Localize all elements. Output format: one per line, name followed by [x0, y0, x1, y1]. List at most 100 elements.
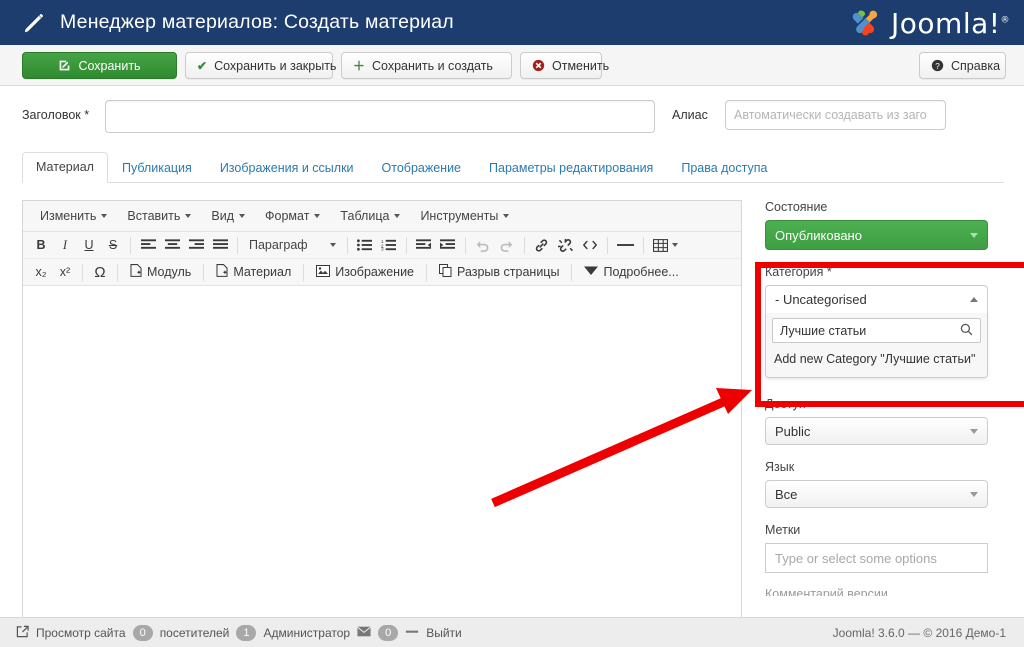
help-button[interactable]: ? Справка: [919, 52, 1006, 79]
tab-images-and-links[interactable]: Изображения и ссылки: [206, 153, 368, 183]
editor-menu-edit[interactable]: Изменить: [31, 205, 116, 227]
footer-dash: —: [908, 625, 921, 640]
editor-menu-view[interactable]: Вид: [202, 205, 254, 227]
editor-menu-format-label: Формат: [265, 209, 310, 223]
save-and-new-button[interactable]: ＋ Сохранить и создать: [341, 52, 512, 79]
editor-menu-insert[interactable]: Вставить: [118, 205, 200, 227]
tags-input[interactable]: Type or select some options: [765, 543, 988, 573]
save-button-label: Сохранить: [78, 58, 141, 73]
link-icon[interactable]: [530, 234, 554, 256]
page-plus-icon: [216, 264, 228, 280]
language-value: Все: [775, 486, 798, 502]
category-dropdown-panel: Лучшие статьи Add new Category "Лучшие с…: [765, 313, 988, 378]
chevron-down-icon: [970, 491, 978, 497]
alias-input[interactable]: [725, 100, 946, 130]
status-bar: Просмотр сайта 0 посетителей 1 Администр…: [0, 617, 1024, 647]
svg-text:3: 3: [381, 247, 384, 251]
toolbar-divider: [571, 263, 573, 281]
tab-material[interactable]: Материал: [22, 152, 108, 183]
save-icon: [58, 59, 71, 72]
subscript-button[interactable]: x₂: [29, 261, 53, 283]
align-right-button[interactable]: [184, 234, 208, 256]
insert-module-button[interactable]: Модуль: [123, 261, 198, 283]
save-and-close-button[interactable]: ✔ Сохранить и закрыть: [185, 52, 337, 79]
insert-readmore-button[interactable]: Подробнее...: [577, 261, 685, 283]
category-select-head[interactable]: - Uncategorised: [765, 285, 988, 313]
insert-image-button[interactable]: Изображение: [309, 261, 421, 283]
insert-module-label: Модуль: [147, 265, 192, 279]
table-icon[interactable]: [649, 234, 682, 256]
page-header: Менеджер материалов: Создать материал Jo…: [0, 0, 1024, 45]
superscript-button[interactable]: x²: [53, 261, 77, 283]
preview-site-link[interactable]: Просмотр сайта: [36, 626, 126, 640]
insert-article-button[interactable]: Материал: [209, 261, 298, 283]
pagebreak-icon: [439, 264, 452, 280]
editor-menu-format[interactable]: Формат: [256, 205, 329, 227]
registered-mark: ®: [1000, 15, 1010, 26]
indent-button[interactable]: [436, 234, 460, 256]
outdent-button[interactable]: [412, 234, 436, 256]
admin-label: Администратор: [263, 625, 351, 640]
category-selected-value: - Uncategorised: [775, 292, 867, 307]
tab-publishing[interactable]: Публикация: [108, 153, 206, 183]
logout-icon: [405, 626, 419, 640]
image-icon: [316, 264, 331, 280]
chevron-down-icon: [239, 214, 246, 218]
editor-menu-table[interactable]: Таблица: [331, 205, 409, 227]
cancel-button-label: Отменить: [552, 58, 610, 73]
editor-menu-tools[interactable]: Инструменты: [411, 205, 518, 227]
chevron-down-icon: [394, 214, 401, 218]
pencil-icon: [22, 11, 46, 35]
tab-display[interactable]: Отображение: [368, 153, 475, 183]
access-select[interactable]: Public: [765, 417, 988, 445]
alias-field-label: Алиас: [672, 108, 708, 122]
bold-button[interactable]: B: [29, 234, 53, 256]
category-search-value: Лучшие статьи: [780, 323, 867, 338]
save-button[interactable]: Сохранить: [22, 52, 177, 79]
unlink-icon[interactable]: [554, 234, 578, 256]
chevron-down-icon: [329, 243, 336, 247]
paragraph-format-label: Параграф: [249, 238, 308, 252]
horizontal-rule-icon[interactable]: [613, 234, 638, 256]
editor-menu-insert-label: Вставить: [127, 209, 181, 223]
redo-button[interactable]: [495, 234, 519, 256]
language-select[interactable]: Все: [765, 480, 988, 508]
access-label: Доступ: [765, 397, 806, 411]
copyright-text: © 2016 Демо-1: [923, 625, 1006, 640]
category-add-new-option[interactable]: Add new Category "Лучшие статьи": [772, 350, 981, 370]
cancel-button[interactable]: Отменить: [520, 52, 609, 79]
content-editor: Изменить Вставить Вид Формат Таблица Инс…: [22, 200, 742, 642]
access-group: Доступ Public: [765, 397, 1005, 445]
source-code-icon[interactable]: [578, 234, 602, 256]
tab-permissions[interactable]: Права доступа: [667, 153, 781, 183]
title-input[interactable]: [105, 100, 655, 133]
article-sidebar: Состояние Опубликовано Категория * - Unc…: [765, 200, 1005, 596]
editor-menu-view-label: Вид: [211, 209, 235, 223]
align-justify-button[interactable]: [208, 234, 232, 256]
insert-pagebreak-button[interactable]: Разрыв страницы: [432, 261, 566, 283]
italic-button[interactable]: I: [53, 234, 77, 256]
tab-editing-options[interactable]: Параметры редактирования: [475, 153, 667, 183]
chevron-down-icon: [185, 214, 192, 218]
external-link-icon: [16, 625, 29, 641]
status-select[interactable]: Опубликовано: [765, 220, 988, 250]
special-character-button[interactable]: Ω: [88, 261, 112, 283]
editor-menu-edit-label: Изменить: [40, 209, 97, 223]
undo-button[interactable]: [471, 234, 495, 256]
svg-text:?: ?: [935, 62, 940, 71]
bullet-list-button[interactable]: [353, 234, 377, 256]
category-search-field[interactable]: Лучшие статьи: [772, 318, 981, 343]
joomla-wordmark: Joomla!®: [891, 6, 1010, 40]
numbered-list-button[interactable]: 123: [377, 234, 401, 256]
admin-count-badge: 1: [236, 624, 257, 641]
align-center-button[interactable]: [160, 234, 184, 256]
underline-button[interactable]: U: [77, 234, 101, 256]
chevron-down-icon: [970, 428, 978, 434]
editor-content-area[interactable]: [23, 286, 741, 642]
save-and-close-label: Сохранить и закрыть: [214, 58, 337, 73]
paragraph-format-select[interactable]: Параграф: [243, 238, 342, 252]
align-left-button[interactable]: [136, 234, 160, 256]
strikethrough-button[interactable]: S: [101, 234, 125, 256]
insert-readmore-label: Подробнее...: [603, 265, 679, 279]
logout-link[interactable]: Выйти: [426, 626, 462, 640]
